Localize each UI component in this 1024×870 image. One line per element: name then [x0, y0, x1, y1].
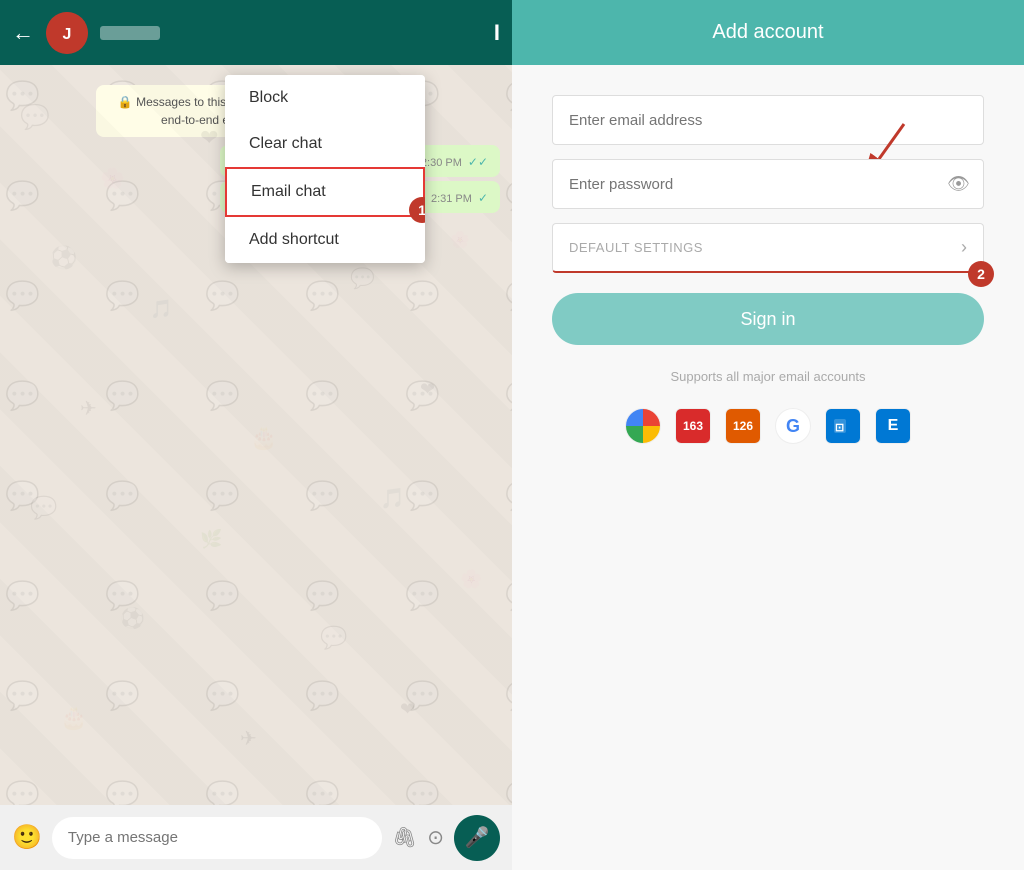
menu-item-email-chat[interactable]: Email chat 1: [225, 167, 425, 217]
chat-header: ← J I: [0, 0, 512, 65]
mic-button[interactable]: 🎤: [454, 815, 500, 861]
svg-text:❤: ❤: [420, 379, 435, 399]
chevron-icon: ›: [961, 237, 967, 258]
step2-badge: 2: [968, 261, 994, 287]
svg-text:💬: 💬: [350, 266, 375, 290]
emoji-button[interactable]: 🙂: [12, 823, 42, 852]
email-providers: 163 126 G ⊡ E: [625, 408, 911, 444]
supports-text: Supports all major email accounts: [670, 369, 865, 384]
camera-button[interactable]: ⊙: [427, 825, 444, 850]
back-button[interactable]: ←: [12, 20, 34, 46]
context-menu: Block Clear chat Email chat 1 Add shortc…: [225, 75, 425, 263]
provider-opera[interactable]: [625, 408, 661, 444]
eye-icon[interactable]: 👁: [947, 174, 970, 195]
message-input[interactable]: [52, 817, 382, 859]
check-mark-2: ✓: [478, 191, 488, 205]
settings-label: DEFAULT SETTINGS: [569, 240, 703, 255]
provider-163[interactable]: 163: [675, 408, 711, 444]
contact-info: [100, 26, 482, 40]
sign-in-button[interactable]: Sign in: [552, 293, 984, 345]
svg-text:🌸: 🌸: [100, 166, 125, 190]
account-form: 👁 DEFAULT SETTINGS › 2 Sign in Supports …: [512, 65, 1024, 870]
menu-icon[interactable]: I: [494, 20, 500, 46]
message-time-2: 2:31 PM: [431, 193, 472, 205]
svg-text:💬: 💬: [30, 495, 57, 520]
provider-126[interactable]: 126: [725, 408, 761, 444]
svg-text:J: J: [63, 26, 72, 43]
mic-icon: 🎤: [465, 825, 490, 850]
avatar: J: [46, 12, 88, 54]
svg-text:💬: 💬: [320, 625, 347, 650]
svg-text:💬: 💬: [20, 103, 50, 131]
svg-text:❤: ❤: [400, 699, 415, 719]
check-mark-1: ✓✓: [468, 155, 488, 169]
menu-item-block[interactable]: Block: [225, 75, 425, 121]
svg-text:🌸: 🌸: [460, 568, 482, 589]
svg-text:⊡: ⊡: [835, 422, 844, 434]
attach-button[interactable]: 🖇: [392, 825, 417, 850]
svg-text:✈: ✈: [240, 728, 257, 750]
svg-text:🎂: 🎂: [250, 424, 277, 451]
account-header: Add account: [512, 0, 1024, 65]
svg-text:🎵: 🎵: [380, 487, 405, 510]
whatsapp-chat-panel: ← J I 💬 🌸 ❤ 💬 🌿 ⚽ 🎵 💬 🌸: [0, 0, 512, 870]
message-time-1: 2:30 PM: [421, 157, 462, 169]
add-account-panel: Add account 👁: [512, 0, 1024, 870]
password-wrapper: 👁: [552, 159, 984, 209]
password-input[interactable]: [552, 159, 984, 209]
chat-body: 💬 🌸 ❤ 💬 🌿 ⚽ 🎵 💬 🌸 ✈ 🎂 ❤ 💬 🌿 🎵 ⚽ 💬 🌸 🎂: [0, 65, 512, 805]
svg-text:🎵: 🎵: [150, 299, 172, 319]
contact-name-placeholder: [100, 26, 160, 40]
menu-item-clear-chat[interactable]: Clear chat: [225, 121, 425, 167]
provider-exchange[interactable]: E: [875, 408, 911, 444]
chat-input-bar: 🙂 🖇 ⊙ 🎤: [0, 805, 512, 870]
svg-text:🎂: 🎂: [60, 704, 87, 731]
menu-item-add-shortcut[interactable]: Add shortcut: [225, 217, 425, 263]
password-container: 👁: [552, 159, 984, 209]
default-settings-row[interactable]: DEFAULT SETTINGS ›: [552, 223, 984, 273]
provider-google[interactable]: G: [775, 408, 811, 444]
svg-text:🌿: 🌿: [200, 528, 222, 549]
provider-outlook[interactable]: ⊡: [825, 408, 861, 444]
svg-text:✈: ✈: [80, 398, 97, 420]
account-header-title: Add account: [712, 21, 823, 44]
svg-text:⚽: ⚽: [119, 606, 145, 630]
settings-container: DEFAULT SETTINGS › 2: [552, 223, 984, 273]
svg-text:⚽: ⚽: [49, 245, 77, 270]
email-input[interactable]: [552, 95, 984, 145]
svg-text:🌸: 🌸: [450, 230, 470, 249]
